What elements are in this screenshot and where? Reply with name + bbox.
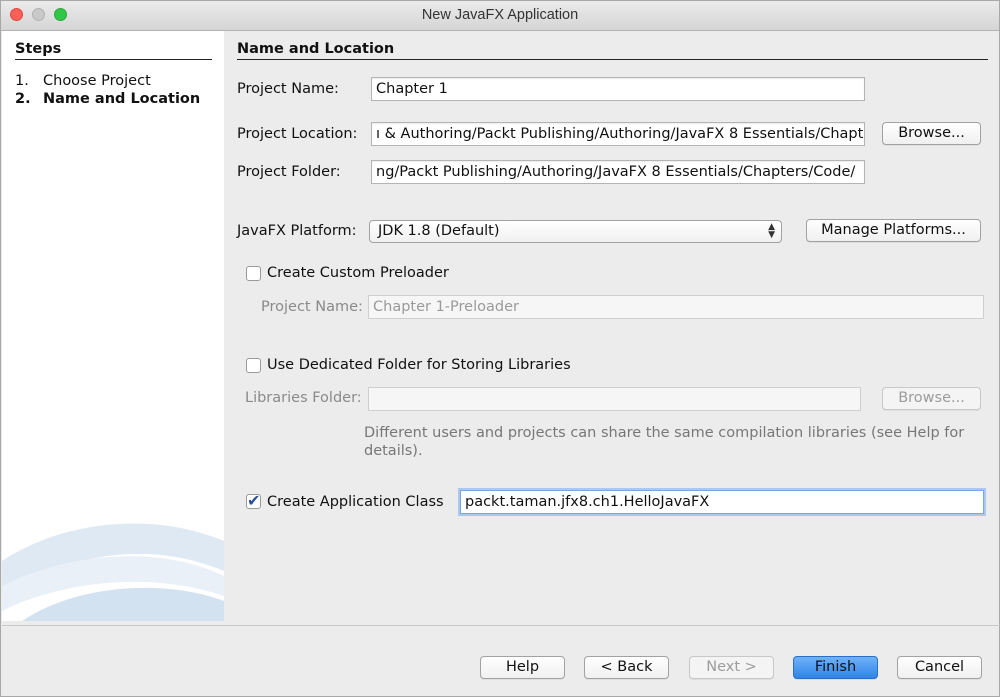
steps-divider xyxy=(15,59,212,60)
step-number: 2. xyxy=(15,91,31,107)
finish-button[interactable]: Finish xyxy=(793,656,878,679)
next-button[interactable]: Next > xyxy=(689,656,774,679)
project-location-label: Project Location: xyxy=(237,126,358,142)
main-panel: Name and Location Project Name: Chapter … xyxy=(224,31,999,621)
dedicated-libraries-folder-checkbox[interactable] xyxy=(246,358,261,373)
window-title: New JavaFX Application xyxy=(421,7,579,23)
decorative-swoosh-image xyxy=(2,523,224,621)
step-label: Name and Location xyxy=(43,91,201,107)
libraries-folder-label: Libraries Folder: xyxy=(245,390,362,406)
manage-platforms-button[interactable]: Manage Platforms... xyxy=(806,219,981,242)
create-application-class-label[interactable]: Create Application Class xyxy=(267,494,444,510)
javafx-platform-selected: JDK 1.8 (Default) xyxy=(378,223,500,239)
step-item-choose-project: 1. Choose Project xyxy=(15,73,151,89)
browse-libraries-button[interactable]: Browse... xyxy=(882,387,981,410)
footer-divider xyxy=(2,625,1000,626)
up-down-arrows-icon: ▲ ▼ xyxy=(768,222,775,240)
section-heading: Name and Location xyxy=(237,41,395,57)
steps-sidebar: Steps 1. Choose Project 2. Name and Locati… xyxy=(2,31,224,621)
project-location-input[interactable]: ı & Authoring/Packt Publishing/Authoring… xyxy=(371,122,865,146)
project-folder-label: Project Folder: xyxy=(237,164,341,180)
browse-location-button[interactable]: Browse... xyxy=(882,122,981,145)
section-divider xyxy=(237,59,988,60)
step-label: Choose Project xyxy=(43,73,151,89)
create-application-class-checkbox[interactable] xyxy=(246,491,261,510)
project-folder-input[interactable]: ng/Packt Publishing/Authoring/JavaFX 8 E… xyxy=(371,160,865,184)
back-button[interactable]: < Back xyxy=(584,656,669,679)
libraries-folder-input[interactable] xyxy=(368,387,861,411)
steps-heading: Steps xyxy=(15,41,62,57)
preloader-project-name-label: Project Name: xyxy=(261,299,363,315)
project-name-label: Project Name: xyxy=(237,81,339,97)
dialog-window: New JavaFX Application Steps 1. Choose Pr… xyxy=(0,0,1000,697)
step-item-name-and-location: 2. Name and Location xyxy=(15,91,200,107)
step-number: 1. xyxy=(15,73,29,89)
javafx-platform-label: JavaFX Platform: xyxy=(237,223,357,239)
cancel-button[interactable]: Cancel xyxy=(897,656,982,679)
help-button[interactable]: Help xyxy=(480,656,565,679)
application-class-input[interactable]: packt.taman.jfx8.ch1.HelloJavaFX xyxy=(460,490,984,514)
dedicated-libraries-folder-label[interactable]: Use Dedicated Folder for Storing Librari… xyxy=(267,357,571,373)
preloader-project-name-input[interactable]: Chapter 1-Preloader xyxy=(368,295,984,319)
javafx-platform-select[interactable]: JDK 1.8 (Default) ▲ ▼ xyxy=(369,220,782,243)
libraries-help-text: Different users and projects can share t… xyxy=(364,425,965,459)
create-custom-preloader-label[interactable]: Create Custom Preloader xyxy=(267,265,449,281)
title-bar: New JavaFX Application xyxy=(1,1,999,31)
project-name-input[interactable]: Chapter 1 xyxy=(371,77,865,101)
create-custom-preloader-checkbox[interactable] xyxy=(246,266,261,281)
